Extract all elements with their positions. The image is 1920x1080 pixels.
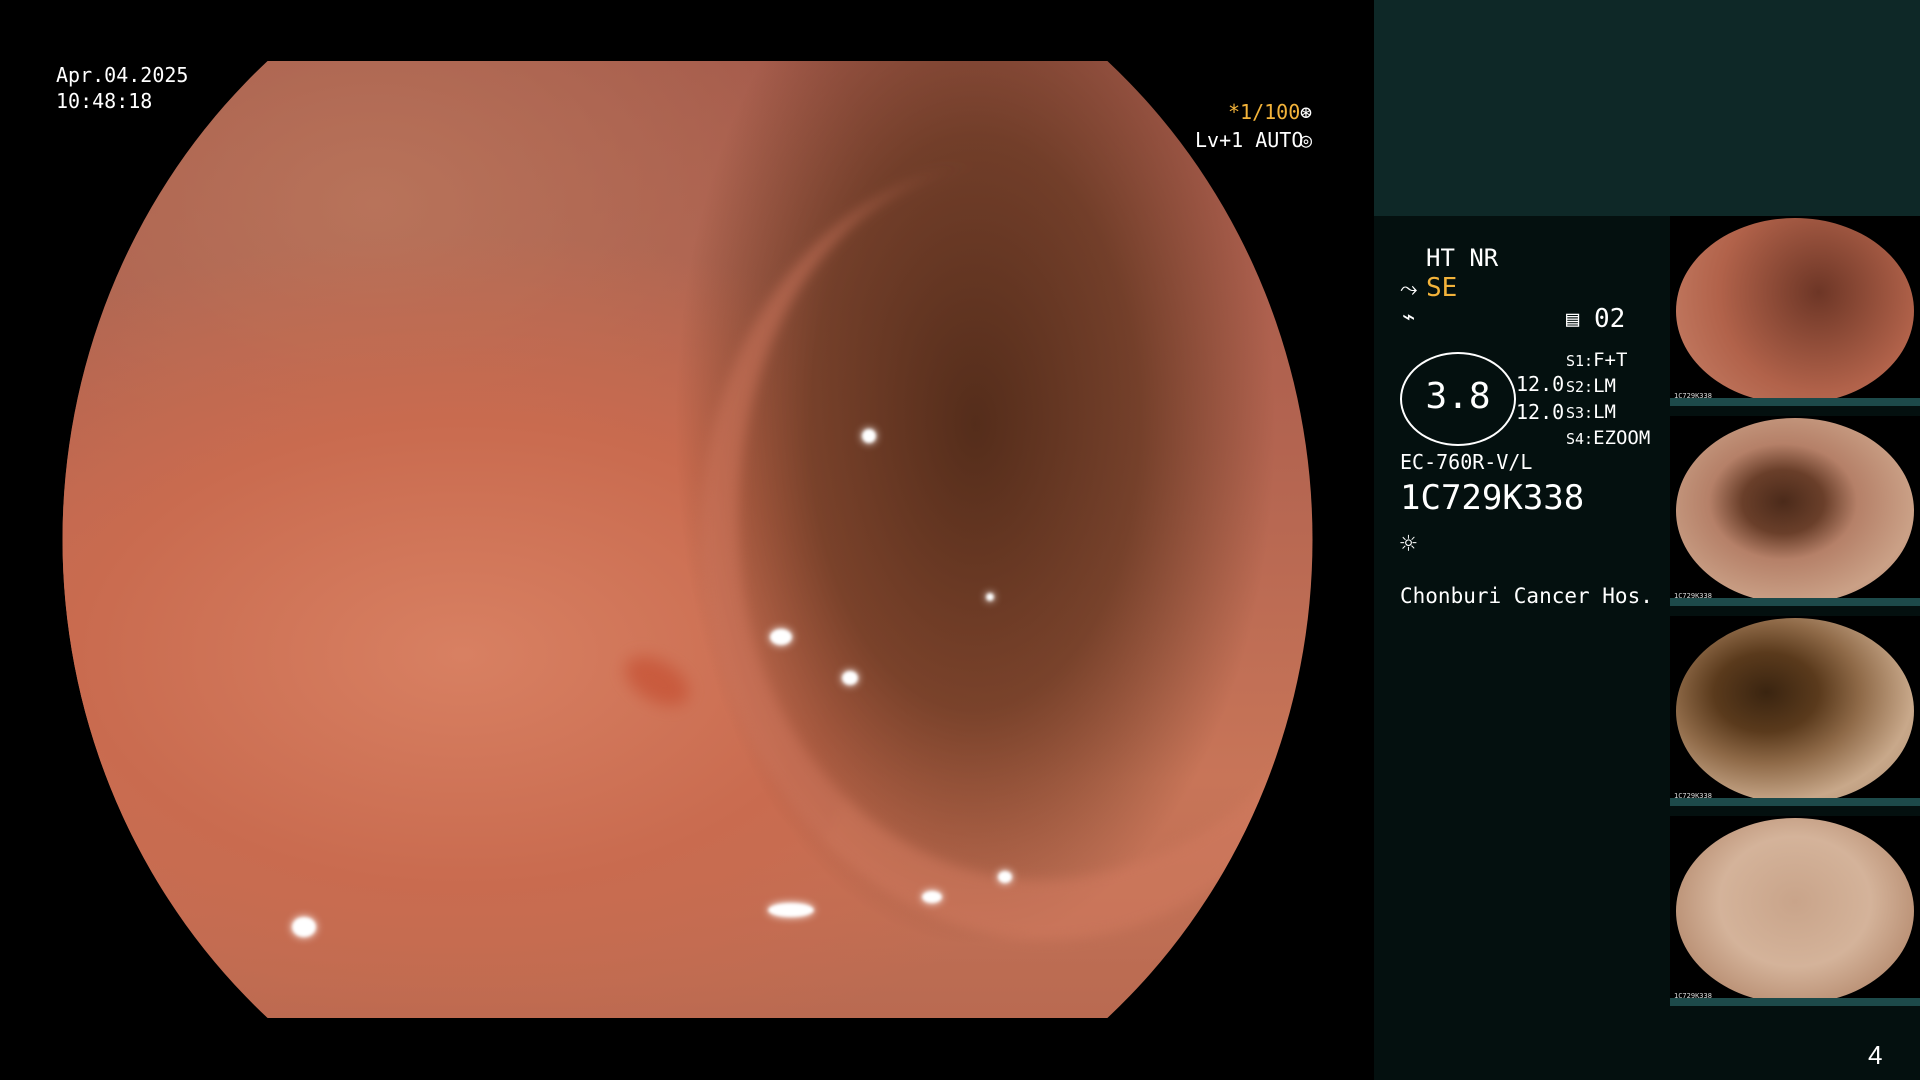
switch-value: F+T bbox=[1593, 349, 1628, 371]
capture-thumbnail[interactable]: 1C729K338 bbox=[1670, 216, 1920, 406]
brightness-gauge: 3.8 bbox=[1400, 352, 1516, 446]
scope-model: EC-760R-V/L bbox=[1400, 450, 1533, 474]
shutter-label: *1/100 bbox=[1228, 100, 1301, 124]
gauge-bottom-value: 12.0 bbox=[1516, 400, 1565, 424]
light-source-icon: ☼ bbox=[1400, 527, 1417, 560]
light-reflection bbox=[986, 593, 994, 601]
light-reflection bbox=[842, 671, 858, 685]
light-reflection bbox=[292, 917, 316, 937]
light-reflection bbox=[862, 429, 876, 443]
aperture-icon: ⊛ bbox=[1300, 100, 1313, 124]
level-label: Lv+1 AUTO bbox=[1195, 128, 1304, 152]
switch-key: S1: bbox=[1566, 352, 1594, 370]
iris-icon: ◎ bbox=[1300, 128, 1313, 152]
date-label: Apr.04.2025 bbox=[56, 63, 189, 87]
switch-key: S3: bbox=[1566, 404, 1594, 422]
switch-item: S4:EZOOM bbox=[1566, 426, 1650, 452]
ht-nr-label: HT NR bbox=[1426, 244, 1499, 272]
endoscope-view: Apr.04.2025 10:48:18 *1/100 ⊛ Lv+1 AUTO … bbox=[0, 0, 1374, 1080]
page-number: 4 bbox=[1868, 1040, 1883, 1070]
light-reflection bbox=[768, 903, 814, 917]
light-reflection bbox=[922, 891, 942, 903]
se-label: SE bbox=[1426, 273, 1458, 303]
mucosal-fold bbox=[650, 119, 1313, 983]
memory-icon: ▤ bbox=[1566, 307, 1580, 332]
switch-list: S1:F+T S2:LM S3:LM S4:EZOOM bbox=[1566, 348, 1650, 452]
memory-value: 02 bbox=[1594, 304, 1626, 334]
gauge-value: 3.8 bbox=[1425, 376, 1491, 417]
thumbnail-bar bbox=[1670, 998, 1920, 1006]
switch-key: S2: bbox=[1566, 378, 1594, 396]
thumbnail-strip: 1C729K338 1C729K338 1C729K338 1C729K338 bbox=[1670, 216, 1920, 1016]
scope-serial: 1C729K338 bbox=[1400, 478, 1585, 518]
switch-item: S2:LM bbox=[1566, 374, 1650, 400]
endoscopic-image bbox=[62, 61, 1313, 1018]
thumbnail-bar bbox=[1670, 398, 1920, 406]
wave-slash-icon: ⌁ bbox=[1402, 305, 1416, 330]
erythematous-spot bbox=[616, 646, 698, 716]
switch-value: EZOOM bbox=[1593, 427, 1651, 449]
thumbnail-image bbox=[1676, 418, 1914, 604]
thumbnail-image bbox=[1676, 218, 1914, 404]
gauge-top-value: 12.0 bbox=[1516, 372, 1565, 396]
switch-item: S3:LM bbox=[1566, 400, 1650, 426]
scope-hook-icon: ⤳ bbox=[1400, 277, 1418, 302]
thumbnail-bar bbox=[1670, 598, 1920, 606]
capture-thumbnail[interactable]: 1C729K338 bbox=[1670, 416, 1920, 606]
switch-item: S1:F+T bbox=[1566, 348, 1650, 374]
switch-value: LM bbox=[1593, 375, 1616, 397]
thumbnail-bar bbox=[1670, 798, 1920, 806]
capture-thumbnail[interactable]: 1C729K338 bbox=[1670, 816, 1920, 1006]
switch-key: S4: bbox=[1566, 430, 1594, 448]
light-reflection bbox=[998, 871, 1012, 883]
capture-thumbnail[interactable]: 1C729K338 bbox=[1670, 616, 1920, 806]
switch-value: LM bbox=[1593, 401, 1616, 423]
time-label: 10:48:18 bbox=[56, 89, 153, 113]
thumbnail-image bbox=[1676, 818, 1914, 1004]
panel-header-area bbox=[1374, 0, 1920, 216]
light-reflection bbox=[770, 629, 792, 645]
thumbnail-image bbox=[1676, 618, 1914, 804]
hospital-name: Chonburi Cancer Hos. bbox=[1400, 584, 1653, 608]
